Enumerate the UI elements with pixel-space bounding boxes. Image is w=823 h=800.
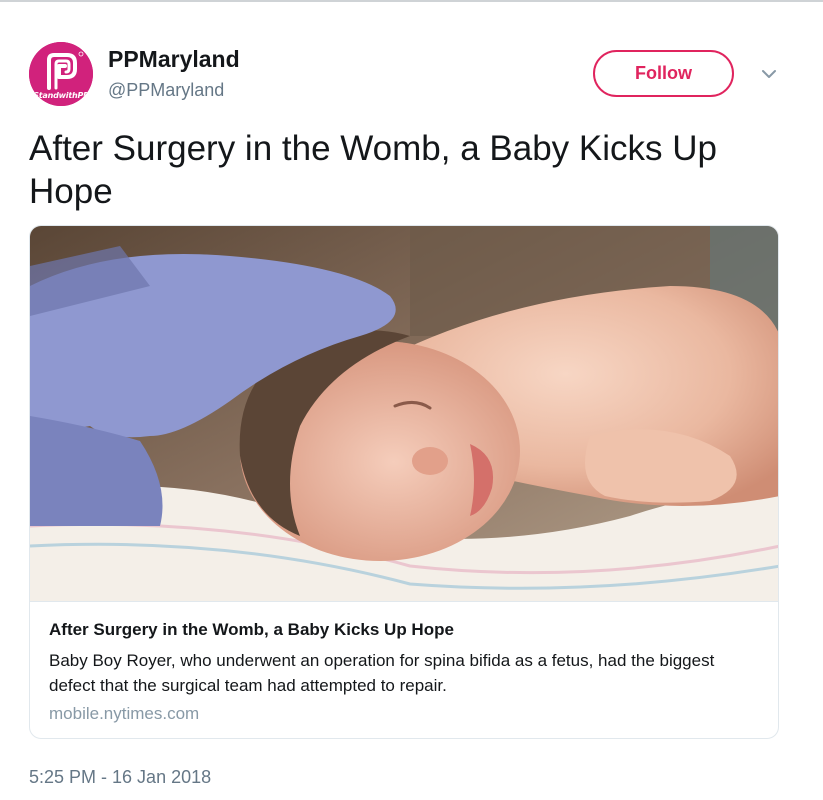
top-divider [0, 0, 823, 2]
profile-avatar[interactable]: StandwithPP [29, 42, 93, 106]
account-handle[interactable]: @PPMaryland [108, 80, 224, 101]
card-domain[interactable]: mobile.nytimes.com [49, 704, 199, 724]
card-image[interactable] [30, 226, 778, 601]
account-name[interactable]: PPMaryland [108, 46, 240, 73]
tweet-timestamp[interactable]: 5:25 PM - 16 Jan 2018 [29, 767, 211, 788]
card-description: Baby Boy Royer, who underwent an operati… [49, 651, 715, 695]
card-title[interactable]: After Surgery in the Womb, a Baby Kicks … [49, 620, 454, 640]
link-card[interactable]: After Surgery in the Womb, a Baby Kicks … [29, 225, 779, 739]
card-body[interactable]: After Surgery in the Womb, a Baby Kicks … [30, 601, 778, 738]
follow-button[interactable]: Follow [593, 50, 734, 97]
avatar-caption: StandwithPP [33, 91, 89, 100]
newborn-baby-photo [30, 226, 778, 601]
tweet-text: After Surgery in the Womb, a Baby Kicks … [29, 129, 717, 211]
chevron-down-icon[interactable] [758, 64, 780, 84]
